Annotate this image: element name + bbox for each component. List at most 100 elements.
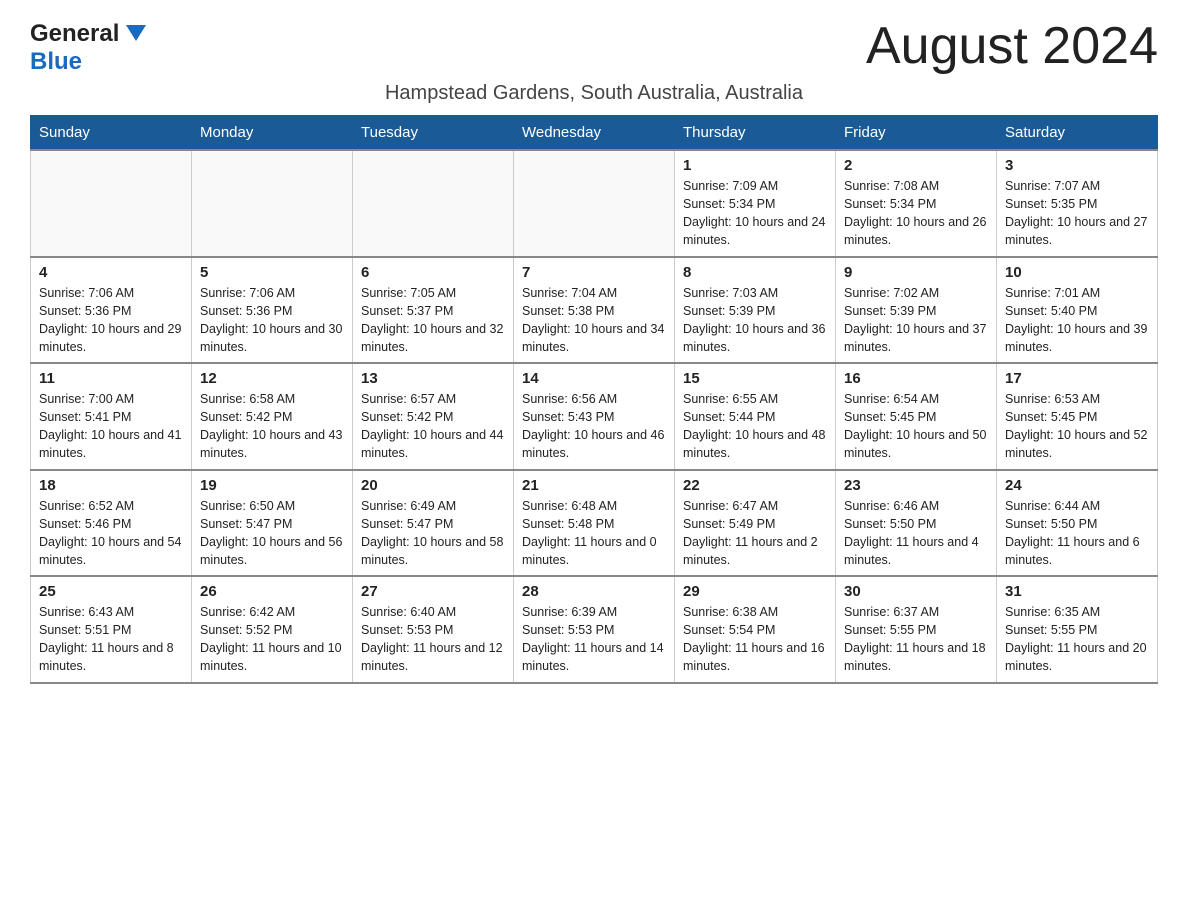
day-number: 24 bbox=[1005, 477, 1149, 494]
calendar-cell: 30Sunrise: 6:37 AM Sunset: 5:55 PM Dayli… bbox=[836, 576, 997, 683]
calendar-cell: 1Sunrise: 7:09 AM Sunset: 5:34 PM Daylig… bbox=[675, 150, 836, 257]
day-number: 21 bbox=[522, 477, 666, 494]
day-info: Sunrise: 7:09 AM Sunset: 5:34 PM Dayligh… bbox=[683, 177, 827, 250]
day-info: Sunrise: 7:04 AM Sunset: 5:38 PM Dayligh… bbox=[522, 284, 666, 357]
day-info: Sunrise: 6:43 AM Sunset: 5:51 PM Dayligh… bbox=[39, 603, 183, 676]
calendar-cell bbox=[31, 150, 192, 257]
day-number: 17 bbox=[1005, 370, 1149, 387]
day-number: 23 bbox=[844, 477, 988, 494]
calendar-week-row: 18 Sunrise: 6:52 AM Sunset: 5:46 PM Dayli… bbox=[31, 470, 1158, 577]
day-info: Sunrise: 6:38 AM Sunset: 5:54 PM Dayligh… bbox=[683, 603, 827, 676]
day-info: Sunrise: 6:46 AM Sunset: 5:50 PM Dayligh… bbox=[844, 497, 988, 570]
day-info: Sunrise: 6:44 AM Sunset: 5:50 PM Dayligh… bbox=[1005, 497, 1149, 570]
day-info: Sunrise: 6:52 AM Sunset: 5:46 PM Dayligh… bbox=[39, 497, 183, 570]
calendar-cell: 31 Sunrise: 6:35 AM Sunset: 5:55 PM Dayli… bbox=[997, 576, 1158, 683]
calendar-cell: 18 Sunrise: 6:52 AM Sunset: 5:46 PM Dayli… bbox=[31, 470, 192, 577]
day-number: 11 bbox=[39, 370, 183, 387]
day-number: 15 bbox=[683, 370, 827, 387]
calendar-header-saturday: Saturday bbox=[997, 116, 1158, 151]
day-number: 3 bbox=[1005, 157, 1149, 174]
day-number: 18 bbox=[39, 477, 183, 494]
calendar-cell: 27 Sunrise: 6:40 AM Sunset: 5:53 PM Dayli… bbox=[353, 576, 514, 683]
calendar-cell: 10 Sunrise: 7:01 AM Sunset: 5:40 PM Dayli… bbox=[997, 257, 1158, 364]
calendar-week-row: 1Sunrise: 7:09 AM Sunset: 5:34 PM Daylig… bbox=[31, 150, 1158, 257]
location-subtitle: Hampstead Gardens, South Australia, Aust… bbox=[30, 82, 1158, 105]
day-number: 28 bbox=[522, 583, 666, 600]
calendar-cell: 17 Sunrise: 6:53 AM Sunset: 5:45 PM Dayli… bbox=[997, 363, 1158, 470]
calendar-cell: 28 Sunrise: 6:39 AM Sunset: 5:53 PM Dayli… bbox=[514, 576, 675, 683]
day-info: Sunrise: 6:39 AM Sunset: 5:53 PM Dayligh… bbox=[522, 603, 666, 676]
day-info: Sunrise: 6:48 AM Sunset: 5:48 PM Dayligh… bbox=[522, 497, 666, 570]
calendar-cell: 2Sunrise: 7:08 AM Sunset: 5:34 PM Daylig… bbox=[836, 150, 997, 257]
calendar-cell: 15 Sunrise: 6:55 AM Sunset: 5:44 PM Dayli… bbox=[675, 363, 836, 470]
calendar-cell: 23 Sunrise: 6:46 AM Sunset: 5:50 PM Dayli… bbox=[836, 470, 997, 577]
day-number: 6 bbox=[361, 264, 505, 281]
logo-blue: Blue bbox=[30, 48, 206, 76]
day-info: Sunrise: 7:01 AM Sunset: 5:40 PM Dayligh… bbox=[1005, 284, 1149, 357]
day-info: Sunrise: 6:53 AM Sunset: 5:45 PM Dayligh… bbox=[1005, 390, 1149, 463]
day-info: Sunrise: 6:47 AM Sunset: 5:49 PM Dayligh… bbox=[683, 497, 827, 570]
page-header: General Blue August 2024 bbox=[30, 20, 1158, 76]
day-number: 4 bbox=[39, 264, 183, 281]
day-info: Sunrise: 6:50 AM Sunset: 5:47 PM Dayligh… bbox=[200, 497, 344, 570]
day-info: Sunrise: 7:00 AM Sunset: 5:41 PM Dayligh… bbox=[39, 390, 183, 463]
calendar-cell: 8 Sunrise: 7:03 AM Sunset: 5:39 PM Daylig… bbox=[675, 257, 836, 364]
day-info: Sunrise: 7:02 AM Sunset: 5:39 PM Dayligh… bbox=[844, 284, 988, 357]
day-number: 22 bbox=[683, 477, 827, 494]
day-number: 8 bbox=[683, 264, 827, 281]
calendar-cell: 19Sunrise: 6:50 AM Sunset: 5:47 PM Dayli… bbox=[192, 470, 353, 577]
calendar-cell: 24 Sunrise: 6:44 AM Sunset: 5:50 PM Dayli… bbox=[997, 470, 1158, 577]
calendar-cell: 20 Sunrise: 6:49 AM Sunset: 5:47 PM Dayli… bbox=[353, 470, 514, 577]
calendar-cell: 12 Sunrise: 6:58 AM Sunset: 5:42 PM Dayli… bbox=[192, 363, 353, 470]
day-info: Sunrise: 7:06 AM Sunset: 5:36 PM Dayligh… bbox=[200, 284, 344, 357]
calendar-header-monday: Monday bbox=[192, 116, 353, 151]
calendar-cell: 3 Sunrise: 7:07 AM Sunset: 5:35 PM Daylig… bbox=[997, 150, 1158, 257]
day-number: 20 bbox=[361, 477, 505, 494]
day-info: Sunrise: 6:55 AM Sunset: 5:44 PM Dayligh… bbox=[683, 390, 827, 463]
day-info: Sunrise: 6:49 AM Sunset: 5:47 PM Dayligh… bbox=[361, 497, 505, 570]
calendar-cell: 16 Sunrise: 6:54 AM Sunset: 5:45 PM Dayli… bbox=[836, 363, 997, 470]
calendar-cell: 14 Sunrise: 6:56 AM Sunset: 5:43 PM Dayli… bbox=[514, 363, 675, 470]
logo-triangle-icon bbox=[126, 25, 146, 41]
day-info: Sunrise: 6:35 AM Sunset: 5:55 PM Dayligh… bbox=[1005, 603, 1149, 676]
day-info: Sunrise: 6:40 AM Sunset: 5:53 PM Dayligh… bbox=[361, 603, 505, 676]
day-number: 16 bbox=[844, 370, 988, 387]
day-number: 2 bbox=[844, 157, 988, 174]
day-number: 9 bbox=[844, 264, 988, 281]
day-number: 14 bbox=[522, 370, 666, 387]
day-info: Sunrise: 7:03 AM Sunset: 5:39 PM Dayligh… bbox=[683, 284, 827, 357]
calendar-cell: 9 Sunrise: 7:02 AM Sunset: 5:39 PM Daylig… bbox=[836, 257, 997, 364]
logo-general: General bbox=[30, 20, 119, 48]
calendar-week-row: 25 Sunrise: 6:43 AM Sunset: 5:51 PM Dayli… bbox=[31, 576, 1158, 683]
calendar-header-sunday: Sunday bbox=[31, 116, 192, 151]
calendar-cell: 21 Sunrise: 6:48 AM Sunset: 5:48 PM Dayli… bbox=[514, 470, 675, 577]
calendar-cell: 29 Sunrise: 6:38 AM Sunset: 5:54 PM Dayli… bbox=[675, 576, 836, 683]
calendar-cell: 13Sunrise: 6:57 AM Sunset: 5:42 PM Dayli… bbox=[353, 363, 514, 470]
calendar-header-row: SundayMondayTuesdayWednesdayThursdayFrid… bbox=[31, 116, 1158, 151]
day-number: 5 bbox=[200, 264, 344, 281]
calendar-cell: 6 Sunrise: 7:05 AM Sunset: 5:37 PM Daylig… bbox=[353, 257, 514, 364]
day-number: 29 bbox=[683, 583, 827, 600]
day-number: 27 bbox=[361, 583, 505, 600]
calendar-week-row: 11 Sunrise: 7:00 AM Sunset: 5:41 PM Dayli… bbox=[31, 363, 1158, 470]
day-number: 31 bbox=[1005, 583, 1149, 600]
day-info: Sunrise: 6:54 AM Sunset: 5:45 PM Dayligh… bbox=[844, 390, 988, 463]
calendar-cell bbox=[192, 150, 353, 257]
day-info: Sunrise: 7:07 AM Sunset: 5:35 PM Dayligh… bbox=[1005, 177, 1149, 250]
day-number: 26 bbox=[200, 583, 344, 600]
calendar-header-wednesday: Wednesday bbox=[514, 116, 675, 151]
day-info: Sunrise: 6:57 AM Sunset: 5:42 PM Dayligh… bbox=[361, 390, 505, 463]
calendar-cell bbox=[514, 150, 675, 257]
day-info: Sunrise: 7:05 AM Sunset: 5:37 PM Dayligh… bbox=[361, 284, 505, 357]
day-info: Sunrise: 6:56 AM Sunset: 5:43 PM Dayligh… bbox=[522, 390, 666, 463]
day-number: 12 bbox=[200, 370, 344, 387]
calendar-header-friday: Friday bbox=[836, 116, 997, 151]
calendar-cell: 7 Sunrise: 7:04 AM Sunset: 5:38 PM Daylig… bbox=[514, 257, 675, 364]
day-number: 10 bbox=[1005, 264, 1149, 281]
calendar-cell: 11 Sunrise: 7:00 AM Sunset: 5:41 PM Dayli… bbox=[31, 363, 192, 470]
day-info: Sunrise: 6:58 AM Sunset: 5:42 PM Dayligh… bbox=[200, 390, 344, 463]
day-number: 7 bbox=[522, 264, 666, 281]
calendar-cell: 4Sunrise: 7:06 AM Sunset: 5:36 PM Daylig… bbox=[31, 257, 192, 364]
day-number: 25 bbox=[39, 583, 183, 600]
logo: General Blue bbox=[30, 20, 206, 76]
